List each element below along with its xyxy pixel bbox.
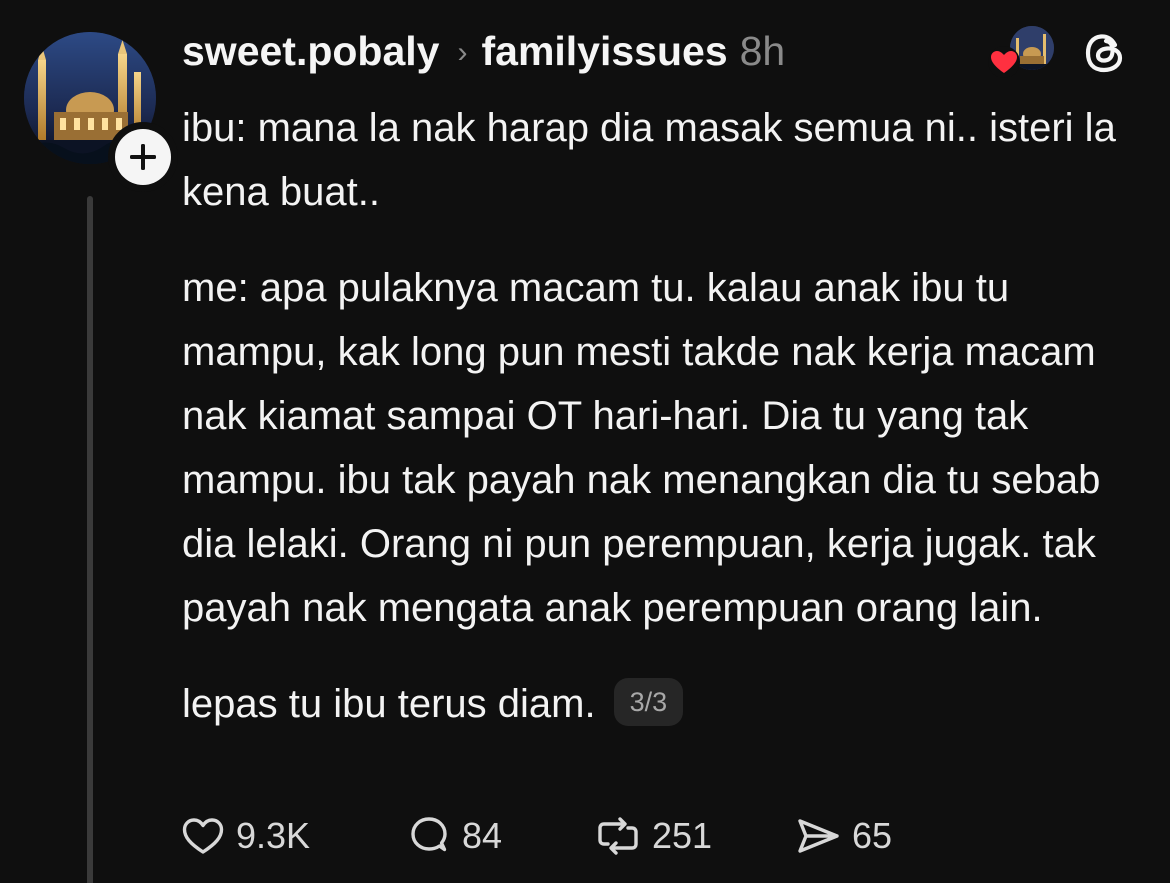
author-username[interactable]: sweet.pobaly — [182, 28, 439, 75]
liked-by-indicator[interactable] — [988, 26, 1058, 78]
page-indicator-badge: 3/3 — [613, 678, 684, 727]
repost-button[interactable]: 251 — [594, 813, 794, 859]
post-paragraph: me: apa pulaknya macam tu. kalau anak ib… — [182, 266, 1101, 630]
plus-icon — [115, 129, 171, 185]
threads-logo-icon[interactable] — [1080, 28, 1130, 78]
like-button[interactable]: 9.3K — [180, 813, 406, 859]
repost-icon — [598, 817, 638, 855]
author-avatar-group — [24, 32, 178, 192]
chevron-right-icon: › — [457, 36, 468, 69]
post-body: ibu: mana la nak harap dia masak semua n… — [182, 96, 1142, 736]
threads-post: sweet.pobaly › familyissues 8h ibu: mana… — [0, 0, 1170, 883]
reply-count: 84 — [462, 815, 503, 856]
follow-button[interactable] — [108, 122, 178, 192]
comment-bubble-icon — [411, 817, 447, 852]
share-count: 65 — [852, 815, 893, 856]
heart-icon — [988, 46, 1020, 78]
reply-button[interactable]: 84 — [406, 813, 594, 859]
like-count: 9.3K — [236, 815, 311, 856]
thread-connector-line — [87, 196, 93, 883]
post-paragraph-text: lepas tu ibu terus diam. — [182, 682, 596, 726]
post-paragraph-last: lepas tu ibu terus diam. 3/3 — [182, 672, 1142, 736]
post-header: sweet.pobaly › familyissues 8h — [182, 28, 785, 78]
send-icon — [798, 819, 839, 853]
share-button[interactable]: 65 — [794, 813, 892, 859]
heart-outline-icon — [182, 818, 224, 854]
community-name[interactable]: familyissues — [481, 28, 727, 75]
repost-count: 251 — [652, 815, 713, 856]
post-timestamp: 8h — [739, 28, 786, 74]
post-paragraph: ibu: mana la nak harap dia masak semua n… — [182, 106, 1116, 214]
action-bar: 9.3K 84 251 65 — [180, 810, 892, 862]
